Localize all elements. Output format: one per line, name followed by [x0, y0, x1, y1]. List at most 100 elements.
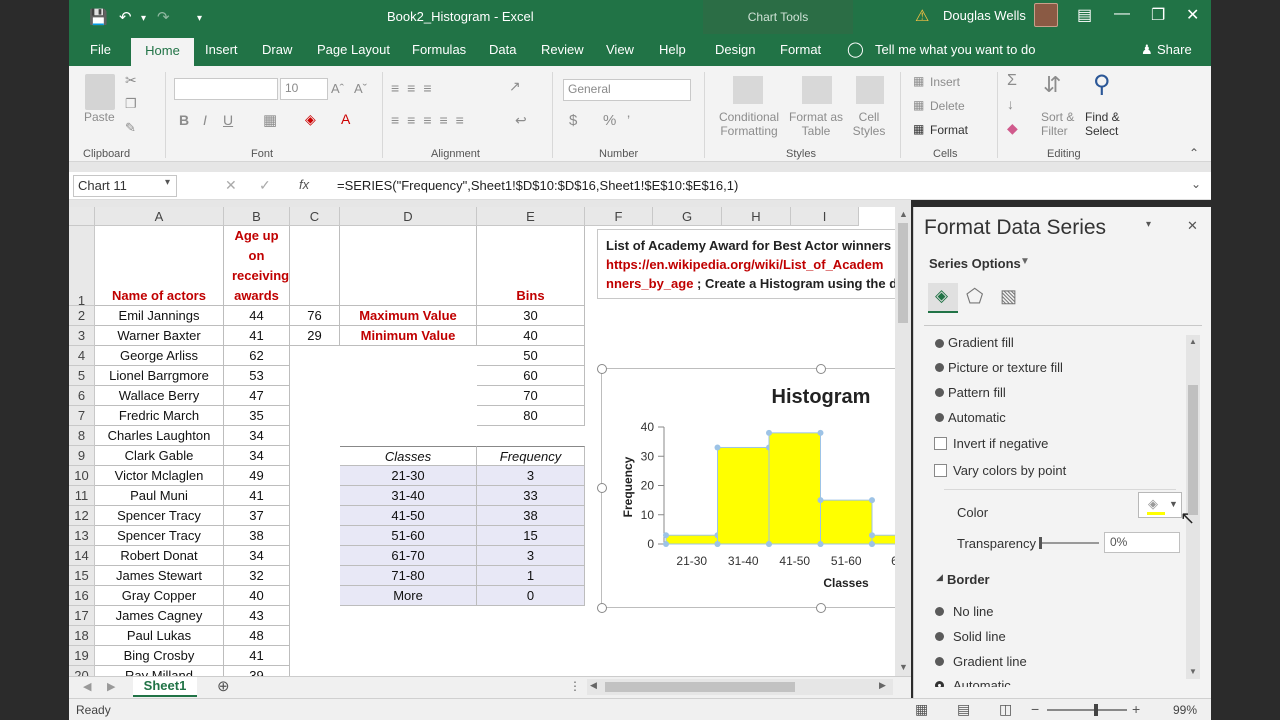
series-options-tab-icon[interactable]: ▧ [1000, 286, 1017, 307]
age-cell[interactable]: 47 [224, 386, 290, 406]
series-options-chevron-icon[interactable]: ▼ [1020, 256, 1030, 267]
automatic-fill-radio[interactable] [935, 413, 944, 422]
zoom-in-icon[interactable]: + [1132, 701, 1140, 717]
age-cell[interactable]: 34 [224, 426, 290, 446]
age-cell[interactable]: 40 [224, 586, 290, 606]
effects-tab-icon[interactable]: ⬠ [966, 284, 983, 309]
vertical-scrollbar[interactable]: ▲ ▼ [895, 207, 911, 676]
borders-icon[interactable]: ▦ [263, 111, 277, 129]
class-cell[interactable]: 41-50 [340, 506, 477, 526]
transparency-input[interactable]: 0% [1104, 532, 1180, 553]
gradient-fill-radio[interactable] [935, 339, 944, 348]
number-format-dropdown[interactable]: General [563, 79, 691, 101]
row-header[interactable]: 2 [69, 306, 95, 326]
next-sheet-icon[interactable]: ▶ [107, 680, 115, 693]
minimize-icon[interactable]: — [1114, 5, 1130, 23]
no-line-radio[interactable] [935, 607, 944, 616]
automatic-fill-label[interactable]: Automatic [948, 410, 1006, 425]
resize-handle[interactable] [816, 603, 826, 613]
horizontal-scrollbar[interactable]: ◀ ▶ [587, 679, 893, 695]
comma-icon[interactable]: ’ [627, 112, 630, 128]
frequency-cell[interactable]: 1 [477, 566, 585, 586]
sheet-tab-sheet1[interactable]: Sheet1 [133, 677, 197, 697]
bin-cell[interactable]: 70 [477, 386, 585, 406]
paste-icon[interactable] [85, 74, 115, 110]
pane-scroll-down-icon[interactable]: ▼ [1189, 667, 1197, 676]
cell-styles-icon[interactable] [856, 76, 884, 104]
tab-view[interactable]: View [606, 42, 634, 57]
row-header[interactable]: 13 [69, 526, 95, 546]
actor-name-cell[interactable]: Bing Crosby [95, 646, 224, 666]
resize-handle[interactable] [597, 364, 607, 374]
actor-name-cell[interactable]: Paul Muni [95, 486, 224, 506]
bar-selection-point[interactable] [663, 541, 669, 547]
bar-41-50[interactable] [768, 432, 821, 545]
solid-line-radio[interactable] [935, 632, 944, 641]
tab-draw[interactable]: Draw [262, 42, 292, 57]
column-header[interactable]: F [585, 207, 653, 226]
row-header[interactable]: 11 [69, 486, 95, 506]
normal-view-icon[interactable]: ▦ [915, 701, 928, 718]
user-name[interactable]: Douglas Wells [943, 8, 1026, 23]
prev-sheet-icon[interactable]: ◀ [83, 680, 91, 693]
zoom-slider[interactable] [1047, 709, 1127, 711]
frequency-cell[interactable]: 3 [477, 466, 585, 486]
cell-styles-button[interactable]: Cell Styles [847, 110, 891, 138]
age-cell[interactable]: 41 [224, 646, 290, 666]
actor-name-cell[interactable]: Warner Baxter [95, 326, 224, 346]
class-cell[interactable]: 71-80 [340, 566, 477, 586]
bar-selection-point[interactable] [869, 541, 875, 547]
column-header[interactable]: E [477, 207, 585, 226]
bar-selection-point[interactable] [766, 541, 772, 547]
undo-dropdown-icon[interactable]: ▾ [141, 13, 146, 24]
pane-options-icon[interactable]: ▾ [1146, 219, 1151, 230]
delete-cells-button[interactable]: Delete [930, 99, 965, 113]
solid-line-label[interactable]: Solid line [953, 629, 1006, 644]
fill-icon[interactable]: ↓ [1007, 96, 1014, 112]
row-header[interactable]: 19 [69, 646, 95, 666]
font-size-box[interactable]: 10 [280, 78, 328, 100]
row-header[interactable]: 4 [69, 346, 95, 366]
cell[interactable] [340, 226, 477, 306]
header-name-of-actors[interactable]: Name of actors [95, 226, 224, 306]
enter-icon[interactable]: ✓ [259, 177, 271, 194]
formula-input[interactable]: =SERIES("Frequency",Sheet1!$D$10:$D$16,S… [337, 178, 738, 193]
actor-name-cell[interactable]: James Stewart [95, 566, 224, 586]
wrap-text-icon[interactable]: ↩ [515, 112, 527, 129]
actor-name-cell[interactable]: Fredric March [95, 406, 224, 426]
column-header[interactable]: H [722, 207, 791, 226]
fill-color-icon[interactable]: ◈ [305, 111, 316, 128]
hscroll-thumb[interactable] [605, 682, 795, 692]
tab-review[interactable]: Review [541, 42, 584, 57]
column-header[interactable]: C [290, 207, 340, 226]
age-cell[interactable]: 43 [224, 606, 290, 626]
class-cell[interactable]: 31-40 [340, 486, 477, 506]
actor-name-cell[interactable]: Charles Laughton [95, 426, 224, 446]
row-header[interactable]: 3 [69, 326, 95, 346]
bar-selection-point[interactable] [817, 429, 824, 436]
age-cell[interactable]: 35 [224, 406, 290, 426]
actor-name-cell[interactable]: George Arliss [95, 346, 224, 366]
frequency-cell[interactable]: 3 [477, 546, 585, 566]
actor-name-cell[interactable]: Spencer Tracy [95, 526, 224, 546]
note-link-end[interactable]: nners_by_age [606, 276, 693, 291]
frequency-cell[interactable]: 0 [477, 586, 585, 606]
age-cell[interactable]: 34 [224, 546, 290, 566]
bar-31-40[interactable] [717, 446, 770, 545]
undo-icon[interactable]: ↶ [119, 8, 132, 26]
actor-name-cell[interactable]: Gray Copper [95, 586, 224, 606]
find-select-button[interactable]: Find & Select [1085, 110, 1135, 138]
row-header[interactable]: 18 [69, 626, 95, 646]
value-cell[interactable]: 29 [290, 326, 340, 346]
column-header[interactable]: A [95, 207, 224, 226]
row-header[interactable]: 15 [69, 566, 95, 586]
gradient-line-label[interactable]: Gradient line [953, 654, 1027, 669]
customize-qat-icon[interactable]: ▾ [197, 13, 202, 24]
class-cell[interactable]: 61-70 [340, 546, 477, 566]
vary-colors-checkbox[interactable] [934, 464, 947, 477]
pane-close-icon[interactable]: ✕ [1187, 218, 1198, 234]
picture-fill-label[interactable]: Picture or texture fill [948, 360, 1063, 375]
share-icon[interactable]: ♟ [1141, 42, 1153, 58]
label-cell[interactable]: Maximum Value [340, 306, 477, 326]
vary-colors-label[interactable]: Vary colors by point [953, 463, 1066, 478]
